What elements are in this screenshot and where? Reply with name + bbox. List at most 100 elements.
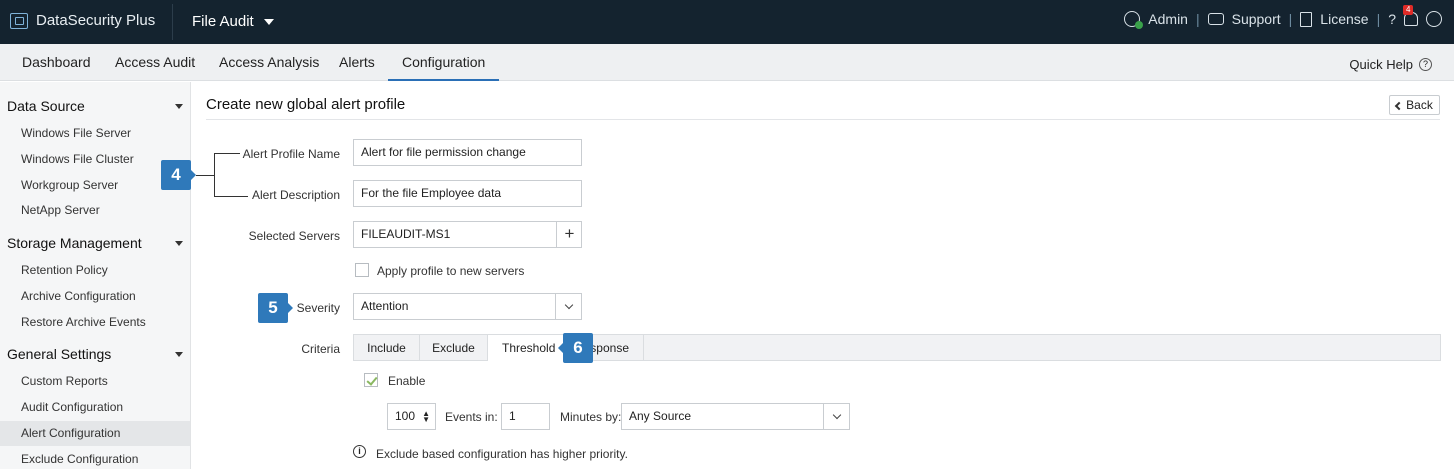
chevron-left-icon xyxy=(1394,101,1404,110)
callout-5: 5 xyxy=(258,293,293,323)
back-button[interactable]: Back xyxy=(1389,95,1440,115)
module-switcher[interactable]: File Audit xyxy=(192,13,274,30)
caret-down-icon xyxy=(263,18,274,25)
notification-bell-icon[interactable]: 4 xyxy=(1403,5,1418,26)
priority-note: Exclude based configuration has higher p… xyxy=(376,447,628,461)
title-divider xyxy=(206,119,1440,120)
sidebar-section-storage-management[interactable]: Storage Management xyxy=(7,235,185,251)
add-server-button[interactable]: + xyxy=(556,221,582,247)
alert-description-input[interactable]: For the file Employee data xyxy=(353,180,582,207)
brand-name: DataSecurity Plus xyxy=(36,12,156,29)
back-label: Back xyxy=(1406,98,1433,112)
severity-value: Attention xyxy=(361,299,409,313)
sidebar-item-netapp-server[interactable]: NetApp Server xyxy=(0,198,190,223)
topbar-divider xyxy=(172,4,173,40)
sidebar-item-restore-archive-events[interactable]: Restore Archive Events xyxy=(0,310,190,335)
threshold-count-spinner[interactable]: 100 ▲ ▼ xyxy=(387,403,436,430)
separator: | xyxy=(1288,11,1293,27)
callout-6: 6 xyxy=(558,333,593,363)
sidebar-item-windows-file-server[interactable]: Windows File Server xyxy=(0,121,190,146)
license-icon xyxy=(1300,11,1313,27)
criteria-label: Criteria xyxy=(301,342,340,356)
support-link[interactable]: Support xyxy=(1232,11,1281,27)
topbar-actions: Admin | Support | License | ? 4 xyxy=(1124,5,1442,29)
severity-label: Severity xyxy=(296,301,340,315)
sidebar-item-archive-configuration[interactable]: Archive Configuration xyxy=(0,284,190,309)
license-link[interactable]: License xyxy=(1320,11,1368,27)
quick-help-label: Quick Help xyxy=(1349,57,1413,72)
section-title: Data Source xyxy=(7,98,85,114)
apply-new-servers-checkbox[interactable] xyxy=(355,263,369,277)
callout-number: 6 xyxy=(573,338,583,357)
criteria-tabs: Include Exclude Threshold sponse xyxy=(353,334,1441,362)
callout-bracket-connector xyxy=(196,175,214,176)
callout-pointer xyxy=(288,303,293,313)
tab-dashboard[interactable]: Dashboard xyxy=(22,54,91,70)
alert-profile-name-input[interactable]: Alert for file permission change xyxy=(353,139,582,166)
alert-description-label: Alert Description xyxy=(251,188,340,202)
main-nav: Dashboard Access Audit Access Analysis A… xyxy=(0,44,1454,81)
sidebar-item-audit-configuration[interactable]: Audit Configuration xyxy=(0,395,190,420)
dropdown-arrow xyxy=(823,404,849,429)
callout-bracket-top xyxy=(214,153,240,154)
sidebar-section-general-settings[interactable]: General Settings xyxy=(7,346,185,362)
minutes-by-value: Any Source xyxy=(629,409,692,423)
question-circle-icon: ? xyxy=(1419,58,1432,71)
tab-alerts[interactable]: Alerts xyxy=(339,54,375,70)
tab-access-analysis[interactable]: Access Analysis xyxy=(219,54,319,70)
separator: | xyxy=(1195,11,1200,27)
selected-servers-label: Selected Servers xyxy=(248,229,340,243)
chevron-down-icon xyxy=(832,410,841,420)
callout-pointer xyxy=(191,170,196,180)
tab-configuration[interactable]: Configuration xyxy=(388,54,500,81)
minutes-by-select[interactable]: Any Source xyxy=(621,403,850,430)
section-title: Storage Management xyxy=(7,235,142,251)
callout-number: 4 xyxy=(171,165,181,184)
minutes-by-label: Minutes by: xyxy=(560,410,622,424)
selected-servers-input[interactable]: FILEAUDIT-MS1 xyxy=(353,221,582,248)
admin-icon xyxy=(1124,11,1144,29)
callout-bracket-bottom xyxy=(214,196,248,197)
support-icon xyxy=(1207,13,1224,25)
quick-help[interactable]: Quick Help ? xyxy=(1349,57,1432,72)
tab-access-audit[interactable]: Access Audit xyxy=(115,54,195,70)
callout-number: 5 xyxy=(268,298,278,317)
severity-select[interactable]: Attention xyxy=(353,293,582,320)
top-bar: DataSecurity Plus File Audit Admin | Sup… xyxy=(0,0,1454,44)
collapse-caret-icon xyxy=(175,352,183,357)
selected-server-value: FILEAUDIT-MS1 xyxy=(361,227,451,241)
sidebar-item-custom-reports[interactable]: Custom Reports xyxy=(0,369,190,394)
spinner-arrows-icon[interactable]: ▲ ▼ xyxy=(422,410,430,424)
separator: | xyxy=(1376,11,1381,27)
enable-checkbox[interactable] xyxy=(364,373,378,387)
user-profile-icon[interactable] xyxy=(1426,11,1442,27)
tab-exclude[interactable]: Exclude xyxy=(420,335,488,361)
collapse-caret-icon xyxy=(175,104,183,109)
sidebar-item-alert-configuration[interactable]: Alert Configuration xyxy=(0,421,190,446)
events-in-input[interactable]: 1 xyxy=(501,403,550,430)
sidebar-item-exclude-configuration[interactable]: Exclude Configuration xyxy=(0,447,190,469)
section-title: General Settings xyxy=(7,346,112,362)
brand[interactable]: DataSecurity Plus xyxy=(10,12,155,29)
enable-label: Enable xyxy=(388,374,426,388)
notification-badge: 4 xyxy=(1403,5,1414,15)
dropdown-arrow xyxy=(555,294,581,319)
callout-4: 4 xyxy=(161,160,196,190)
help-icon[interactable]: ? xyxy=(1388,11,1396,27)
events-in-label: Events in: xyxy=(445,410,498,424)
threshold-count-value: 100 xyxy=(395,409,416,423)
page-title: Create new global alert profile xyxy=(206,96,406,113)
sidebar-item-retention-policy[interactable]: Retention Policy xyxy=(0,258,190,283)
sidebar: Data Source Windows File Server Windows … xyxy=(0,82,191,469)
apply-new-servers-label: Apply profile to new servers xyxy=(377,264,525,278)
alert-profile-name-label: Alert Profile Name xyxy=(242,147,340,161)
tab-include[interactable]: Include xyxy=(354,335,420,361)
module-name: File Audit xyxy=(192,13,254,30)
tab-threshold[interactable]: Threshold xyxy=(488,335,567,362)
callout-bracket-vertical xyxy=(214,153,215,196)
datasecurity-logo-icon xyxy=(10,12,28,29)
collapse-caret-icon xyxy=(175,241,183,246)
admin-link[interactable]: Admin xyxy=(1148,11,1188,27)
chevron-down-icon xyxy=(564,300,573,310)
sidebar-section-data-source[interactable]: Data Source xyxy=(7,98,185,114)
